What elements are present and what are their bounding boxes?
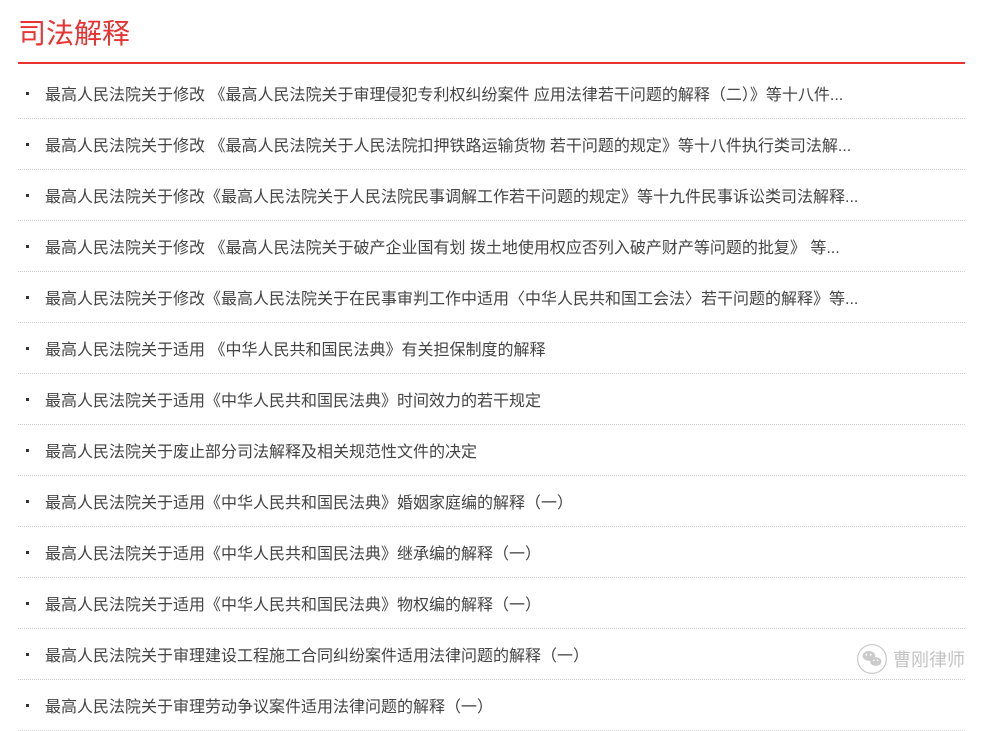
list-item-text: 最高人民法院关于修改《最高人民法院关于人民法院民事调解工作若干问题的规定》等十九… (45, 183, 858, 207)
bullet-icon (26, 704, 29, 707)
list-item-text: 最高人民法院关于适用《中华人民共和国民法典》时间效力的若干规定 (45, 387, 541, 411)
list-item[interactable]: 最高人民法院关于适用 《中华人民共和国民法典》有关担保制度的解释 (18, 323, 965, 374)
list-item[interactable]: 最高人民法院关于修改 《最高人民法院关于人民法院扣押铁路运输货物 若干问题的规定… (18, 119, 965, 170)
bullet-icon (26, 449, 29, 452)
wechat-account-name: 曹刚律师 (893, 646, 965, 672)
section-title: 司法解释 (18, 12, 965, 64)
list-item[interactable]: 最高人民法院关于修改《最高人民法院关于在民事审判工作中适用〈中华人民共和国工会法… (18, 272, 965, 323)
list-item[interactable]: 最高人民法院关于废止部分司法解释及相关规范性文件的决定 (18, 425, 965, 476)
wechat-watermark: 曹刚律师 (857, 644, 965, 674)
list-item[interactable]: 最高人民法院关于修改 《最高人民法院关于破产企业国有划 拨土地使用权应否列入破产… (18, 221, 965, 272)
bullet-icon (26, 500, 29, 503)
bullet-icon (26, 245, 29, 248)
list-item[interactable]: 最高人民法院关于修改《最高人民法院关于人民法院民事调解工作若干问题的规定》等十九… (18, 170, 965, 221)
list-item-text: 最高人民法院关于修改 《最高人民法院关于人民法院扣押铁路运输货物 若干问题的规定… (45, 132, 851, 156)
article-list: 最高人民法院关于修改 《最高人民法院关于审理侵犯专利权纠纷案件 应用法律若干问题… (18, 68, 965, 731)
bullet-icon (26, 347, 29, 350)
bullet-icon (26, 194, 29, 197)
list-item-text: 最高人民法院关于审理劳动争议案件适用法律问题的解释（一） (45, 693, 493, 717)
list-item-text: 最高人民法院关于适用《中华人民共和国民法典》继承编的解释（一） (45, 540, 541, 564)
wechat-icon (857, 644, 887, 674)
list-item[interactable]: 最高人民法院关于审理建设工程施工合同纠纷案件适用法律问题的解释（一） (18, 629, 965, 680)
bullet-icon (26, 92, 29, 95)
bullet-icon (26, 602, 29, 605)
bullet-icon (26, 398, 29, 401)
list-item-text: 最高人民法院关于修改 《最高人民法院关于破产企业国有划 拨土地使用权应否列入破产… (45, 234, 840, 258)
list-item[interactable]: 最高人民法院关于适用《中华人民共和国民法典》物权编的解释（一） (18, 578, 965, 629)
list-item[interactable]: 最高人民法院关于适用《中华人民共和国民法典》时间效力的若干规定 (18, 374, 965, 425)
bullet-icon (26, 296, 29, 299)
bullet-icon (26, 653, 29, 656)
list-item-text: 最高人民法院关于修改《最高人民法院关于在民事审判工作中适用〈中华人民共和国工会法… (45, 285, 858, 309)
list-item-text: 最高人民法院关于废止部分司法解释及相关规范性文件的决定 (45, 438, 477, 462)
list-item[interactable]: 最高人民法院关于适用《中华人民共和国民法典》婚姻家庭编的解释（一） (18, 476, 965, 527)
list-item-text: 最高人民法院关于适用《中华人民共和国民法典》婚姻家庭编的解释（一） (45, 489, 573, 513)
list-item[interactable]: 最高人民法院关于适用《中华人民共和国民法典》继承编的解释（一） (18, 527, 965, 578)
list-item-text: 最高人民法院关于修改 《最高人民法院关于审理侵犯专利权纠纷案件 应用法律若干问题… (45, 81, 843, 105)
list-item[interactable]: 最高人民法院关于修改 《最高人民法院关于审理侵犯专利权纠纷案件 应用法律若干问题… (18, 68, 965, 119)
bullet-icon (26, 551, 29, 554)
list-item-text: 最高人民法院关于适用 《中华人民共和国民法典》有关担保制度的解释 (45, 336, 545, 360)
list-item-text: 最高人民法院关于适用《中华人民共和国民法典》物权编的解释（一） (45, 591, 541, 615)
bullet-icon (26, 143, 29, 146)
list-item-text: 最高人民法院关于审理建设工程施工合同纠纷案件适用法律问题的解释（一） (45, 642, 589, 666)
